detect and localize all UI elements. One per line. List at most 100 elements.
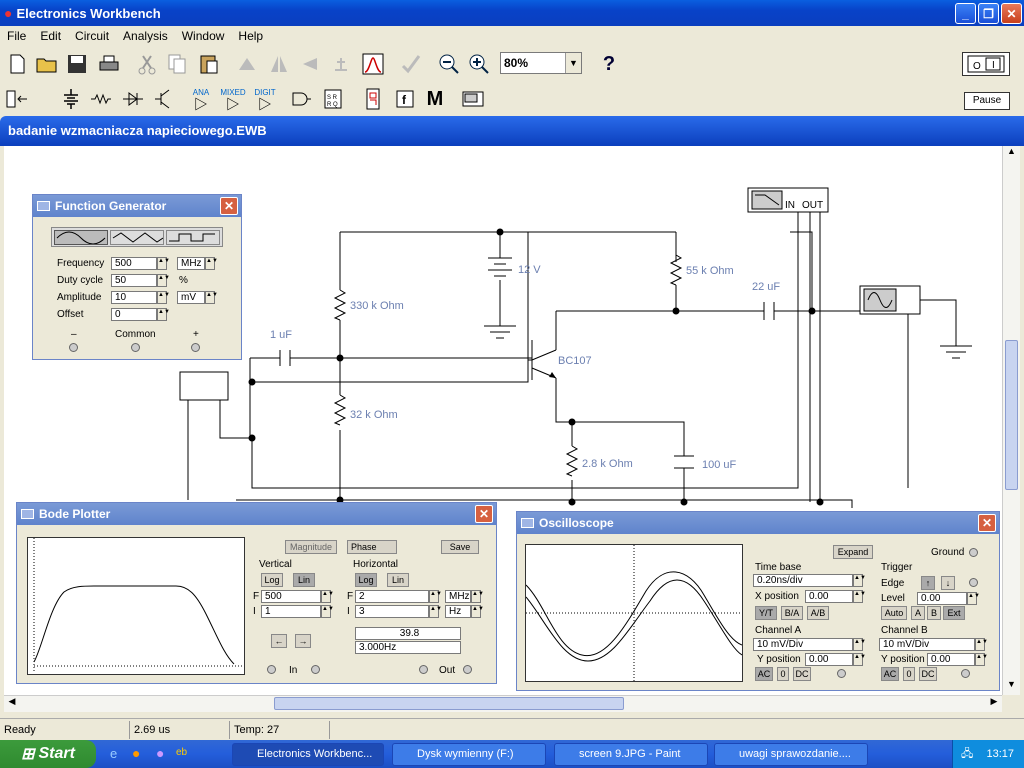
magnitude-button[interactable]: Magnitude bbox=[285, 540, 337, 554]
channel-b-scale-input[interactable]: 10 mV/Div bbox=[879, 638, 975, 651]
ab-button[interactable]: A/B bbox=[807, 606, 829, 620]
trigger-a-button[interactable]: A bbox=[911, 606, 925, 620]
zoom-out-icon[interactable] bbox=[434, 49, 464, 79]
frequency-unit[interactable]: MHz bbox=[177, 257, 205, 270]
scroll-right-icon[interactable]: ▶ bbox=[986, 696, 1002, 712]
print-icon[interactable] bbox=[94, 49, 124, 79]
minimize-button[interactable]: _ bbox=[955, 3, 976, 24]
pause-button[interactable]: Pause bbox=[964, 92, 1010, 110]
indicators-bin-icon[interactable] bbox=[358, 84, 388, 114]
scroll-down-icon[interactable]: ▼ bbox=[1003, 679, 1020, 695]
component-properties-icon[interactable] bbox=[326, 49, 356, 79]
horizontal-initial-unit[interactable]: Hz bbox=[445, 605, 471, 618]
digital-bin-icon[interactable]: S RR Q bbox=[318, 84, 348, 114]
ba-button[interactable]: B/A bbox=[781, 606, 803, 620]
frequency-input[interactable]: 500 bbox=[111, 257, 157, 270]
channel-b-ypos-spinner[interactable]: ▲▼ bbox=[975, 653, 988, 666]
copy-icon[interactable] bbox=[162, 49, 192, 79]
function-generator-titlebar[interactable]: Function Generator ✕ bbox=[33, 195, 241, 217]
graph-icon[interactable] bbox=[358, 49, 388, 79]
analog-ic-bin-icon[interactable]: ANA bbox=[186, 84, 216, 114]
rotate-icon[interactable] bbox=[232, 49, 262, 79]
time-base-spinner[interactable]: ▲▼ bbox=[853, 574, 866, 587]
quicklaunch-firefox-icon[interactable]: ● bbox=[132, 745, 140, 761]
vertical-initial-spinner[interactable]: ▲▼ bbox=[321, 605, 334, 618]
arrow-left-icon[interactable]: ← bbox=[271, 634, 287, 648]
common-terminal[interactable] bbox=[131, 343, 140, 352]
horizontal-scrollbar[interactable]: ◀ ▶ bbox=[4, 695, 1002, 712]
channel-a-scale-spinner[interactable]: ▲▼ bbox=[853, 638, 866, 651]
triangle-wave-button[interactable] bbox=[110, 230, 164, 245]
maximize-button[interactable]: ❐ bbox=[978, 3, 999, 24]
quicklaunch-ebay-icon[interactable]: eb bbox=[176, 747, 187, 758]
vertical-log-button[interactable]: Log bbox=[261, 573, 283, 587]
zoom-in-icon[interactable] bbox=[464, 49, 494, 79]
horizontal-initial-input[interactable]: 3 bbox=[355, 605, 429, 618]
horizontal-final-spinner[interactable]: ▲▼ bbox=[429, 590, 442, 603]
phase-button[interactable]: Phase bbox=[347, 540, 397, 554]
scroll-thumb[interactable] bbox=[1005, 340, 1018, 490]
task-paint[interactable]: screen 9.JPG - Paint bbox=[554, 743, 708, 766]
channel-b-scale-spinner[interactable]: ▲▼ bbox=[975, 638, 988, 651]
diodes-bin-icon[interactable] bbox=[118, 84, 148, 114]
instruments-bin-icon[interactable] bbox=[458, 84, 488, 114]
channel-a-ypos-spinner[interactable]: ▲▼ bbox=[853, 653, 866, 666]
trigger-terminal[interactable] bbox=[969, 578, 978, 587]
logic-gates-bin-icon[interactable] bbox=[286, 84, 316, 114]
time-base-input[interactable]: 0.20ns/div bbox=[753, 574, 853, 587]
horizontal-final-unit-spinner[interactable]: ▲▼ bbox=[471, 590, 484, 603]
arrow-right-icon[interactable]: → bbox=[295, 634, 311, 648]
channel-a-ac-button[interactable]: AC bbox=[755, 667, 773, 681]
horizontal-final-input[interactable]: 2 bbox=[355, 590, 429, 603]
horizontal-final-unit[interactable]: MHz bbox=[445, 590, 471, 603]
plus-terminal[interactable] bbox=[191, 343, 200, 352]
menu-circuit[interactable]: Circuit bbox=[68, 29, 116, 43]
channel-b-ac-button[interactable]: AC bbox=[881, 667, 899, 681]
sine-wave-button[interactable] bbox=[54, 230, 108, 245]
menu-edit[interactable]: Edit bbox=[33, 29, 68, 43]
falling-edge-icon[interactable]: ↓ bbox=[941, 576, 955, 590]
vertical-scrollbar[interactable]: ▲ ▼ bbox=[1002, 146, 1020, 695]
flip-vertical-icon[interactable] bbox=[294, 49, 324, 79]
offset-input[interactable]: 0 bbox=[111, 308, 157, 321]
menu-help[interactable]: Help bbox=[231, 29, 270, 43]
amplitude-unit[interactable]: mV bbox=[177, 291, 205, 304]
close-button[interactable]: ✕ bbox=[1001, 3, 1022, 24]
frequency-unit-spinner[interactable]: ▲▼ bbox=[205, 257, 218, 270]
new-file-icon[interactable] bbox=[2, 49, 32, 79]
menu-file[interactable]: File bbox=[0, 29, 33, 43]
horizontal-initial-spinner[interactable]: ▲▼ bbox=[429, 605, 442, 618]
flip-horizontal-icon[interactable] bbox=[264, 49, 294, 79]
ground-terminal[interactable] bbox=[969, 548, 978, 557]
parts-bin-icon[interactable] bbox=[2, 84, 32, 114]
horizontal-scroll-thumb[interactable] bbox=[274, 697, 624, 710]
start-button[interactable]: ⊞ Start bbox=[0, 740, 96, 768]
zoom-select[interactable]: 80% ▼ bbox=[500, 52, 582, 74]
in-terminal-plus[interactable] bbox=[311, 665, 320, 674]
task-electronics-workbench[interactable]: Electronics Workbenc... bbox=[232, 743, 384, 766]
quicklaunch-media-icon[interactable]: ● bbox=[156, 745, 164, 761]
level-input[interactable]: 0.00 bbox=[917, 592, 967, 605]
oscilloscope-titlebar[interactable]: Oscilloscope ✕ bbox=[517, 512, 999, 534]
channel-a-dc-button[interactable]: DC bbox=[793, 667, 811, 681]
amplitude-unit-spinner[interactable]: ▲▼ bbox=[205, 291, 218, 304]
bode-plotter-titlebar[interactable]: Bode Plotter ✕ bbox=[17, 503, 496, 525]
expand-button[interactable]: Expand bbox=[833, 545, 873, 559]
close-icon[interactable]: ✕ bbox=[978, 514, 996, 532]
quicklaunch-ie-icon[interactable]: e bbox=[110, 746, 117, 761]
save-button[interactable]: Save bbox=[441, 540, 479, 554]
yt-button[interactable]: Y/T bbox=[755, 606, 777, 620]
help-icon[interactable]: ? bbox=[594, 49, 624, 79]
digital-ic-bin-icon[interactable]: DIGIT bbox=[250, 84, 280, 114]
controls-bin-icon[interactable]: f bbox=[390, 84, 420, 114]
menu-analysis[interactable]: Analysis bbox=[116, 29, 175, 43]
close-icon[interactable]: ✕ bbox=[475, 505, 493, 523]
vertical-initial-input[interactable]: 1 bbox=[261, 605, 321, 618]
channel-a-terminal[interactable] bbox=[837, 669, 846, 678]
out-terminal-plus[interactable] bbox=[463, 665, 472, 674]
horizontal-lin-button[interactable]: Lin bbox=[387, 573, 409, 587]
mixed-ic-bin-icon[interactable]: MIXED bbox=[218, 84, 248, 114]
trigger-b-button[interactable]: B bbox=[927, 606, 941, 620]
cut-icon[interactable] bbox=[132, 49, 162, 79]
vertical-lin-button[interactable]: Lin bbox=[293, 573, 315, 587]
